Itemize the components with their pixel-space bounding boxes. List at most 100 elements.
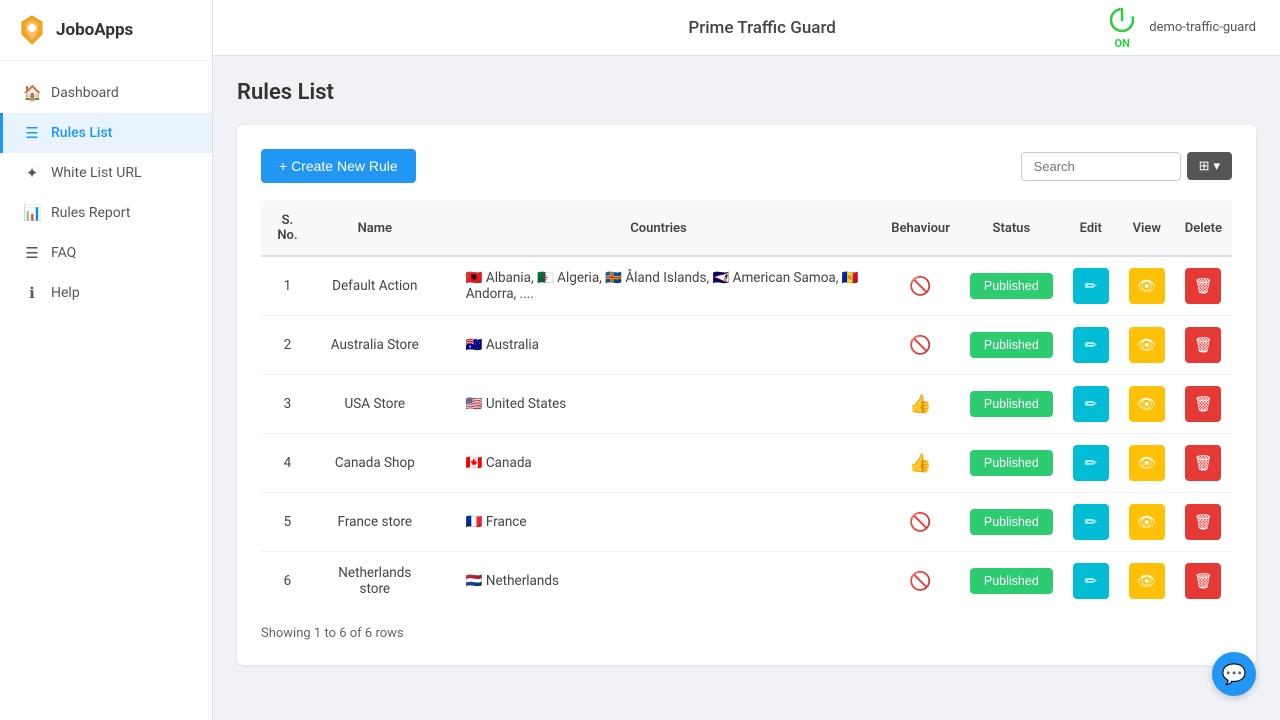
view-button[interactable]: 👁: [1129, 327, 1165, 363]
col-edit: Edit: [1063, 201, 1119, 256]
sidebar-item-rules-report-label: Rules Report: [51, 205, 130, 221]
cell-status: Published: [960, 375, 1063, 434]
table-row: 3 USA Store 🇺🇸 United States 👍 Published…: [261, 375, 1232, 434]
cell-edit: ✏: [1063, 375, 1119, 434]
published-button[interactable]: Published: [970, 273, 1053, 299]
cell-countries: 🇦🇺 Australia: [436, 316, 882, 375]
published-button[interactable]: Published: [970, 509, 1053, 535]
create-new-rule-button[interactable]: + Create New Rule: [261, 149, 416, 183]
cell-delete: 🗑: [1175, 552, 1232, 611]
col-name: Name: [314, 201, 436, 256]
published-button[interactable]: Published: [970, 450, 1053, 476]
sidebar-item-faq[interactable]: ☰ FAQ: [0, 233, 212, 273]
sidebar-item-dashboard-label: Dashboard: [51, 85, 119, 101]
edit-button[interactable]: ✏: [1073, 268, 1109, 304]
behaviour-block-icon: 🚫: [909, 512, 931, 533]
cell-status: Published: [960, 493, 1063, 552]
edit-button[interactable]: ✏: [1073, 504, 1109, 540]
view-button[interactable]: 👁: [1129, 268, 1165, 304]
cell-sno: 3: [261, 375, 314, 434]
cell-name: Default Action: [314, 256, 436, 316]
view-button[interactable]: 👁: [1129, 563, 1165, 599]
published-button[interactable]: Published: [970, 332, 1053, 358]
cell-sno: 2: [261, 316, 314, 375]
cell-name: Australia Store: [314, 316, 436, 375]
sidebar-item-dashboard[interactable]: 🏠 Dashboard: [0, 73, 212, 113]
delete-button[interactable]: 🗑: [1185, 386, 1221, 422]
cell-sno: 5: [261, 493, 314, 552]
table-header-row: S. No. Name Countries Behaviour Status E…: [261, 201, 1232, 256]
cell-behaviour: 🚫: [881, 316, 960, 375]
sidebar-item-whitelist-label: White List URL: [51, 165, 141, 181]
logo-icon: [16, 14, 48, 46]
report-icon: 📊: [23, 204, 41, 222]
edit-button[interactable]: ✏: [1073, 386, 1109, 422]
edit-button[interactable]: ✏: [1073, 327, 1109, 363]
logo-text: JoboApps: [56, 20, 133, 40]
header-title: Prime Traffic Guard: [688, 18, 836, 38]
view-button[interactable]: 👁: [1129, 386, 1165, 422]
table-row: 2 Australia Store 🇦🇺 Australia 🚫 Publish…: [261, 316, 1232, 375]
col-behaviour: Behaviour: [881, 201, 960, 256]
table-row: 6 Netherlands store 🇳🇱 Netherlands 🚫 Pub…: [261, 552, 1232, 611]
behaviour-allow-icon: 👍: [909, 453, 931, 474]
sidebar-item-rules-list-label: Rules List: [51, 125, 112, 141]
header-right: ON demo-traffic-guard: [1107, 5, 1256, 50]
cell-view: 👁: [1119, 316, 1175, 375]
cell-edit: ✏: [1063, 434, 1119, 493]
chevron-down-icon: ▾: [1213, 158, 1220, 174]
cell-sno: 6: [261, 552, 314, 611]
cell-status: Published: [960, 316, 1063, 375]
cell-delete: 🗑: [1175, 316, 1232, 375]
cell-name: Canada Shop: [314, 434, 436, 493]
home-icon: 🏠: [23, 84, 41, 102]
cell-behaviour: 🚫: [881, 493, 960, 552]
sidebar-item-whitelist-url[interactable]: ✦ White List URL: [0, 153, 212, 193]
delete-button[interactable]: 🗑: [1185, 504, 1221, 540]
delete-button[interactable]: 🗑: [1185, 563, 1221, 599]
sidebar-item-help[interactable]: ℹ Help: [0, 273, 212, 313]
edit-button[interactable]: ✏: [1073, 445, 1109, 481]
showing-rows: Showing 1 to 6 of 6 rows: [261, 626, 1232, 641]
chat-bubble[interactable]: 💬: [1212, 652, 1256, 696]
cell-sno: 1: [261, 256, 314, 316]
cell-edit: ✏: [1063, 552, 1119, 611]
cell-delete: 🗑: [1175, 434, 1232, 493]
delete-button[interactable]: 🗑: [1185, 268, 1221, 304]
power-label: ON: [1115, 37, 1130, 50]
whitelist-icon: ✦: [23, 164, 41, 182]
search-input[interactable]: [1021, 152, 1181, 181]
faq-icon: ☰: [23, 244, 41, 262]
cell-countries: 🇦🇱 Albania, 🇩🇿 Algeria, 🇦🇽 Åland Islands…: [436, 256, 882, 316]
behaviour-block-icon: 🚫: [909, 276, 931, 297]
view-button[interactable]: 👁: [1129, 445, 1165, 481]
rules-table: S. No. Name Countries Behaviour Status E…: [261, 201, 1232, 610]
cell-sno: 4: [261, 434, 314, 493]
grid-options-button[interactable]: ⊞ ▾: [1187, 152, 1232, 180]
delete-button[interactable]: 🗑: [1185, 445, 1221, 481]
col-view: View: [1119, 201, 1175, 256]
cell-name: France store: [314, 493, 436, 552]
published-button[interactable]: Published: [970, 568, 1053, 594]
edit-button[interactable]: ✏: [1073, 563, 1109, 599]
power-button[interactable]: ON: [1107, 5, 1137, 50]
table-row: 5 France store 🇫🇷 France 🚫 Published ✏ 👁…: [261, 493, 1232, 552]
cell-edit: ✏: [1063, 316, 1119, 375]
published-button[interactable]: Published: [970, 391, 1053, 417]
cell-view: 👁: [1119, 552, 1175, 611]
sidebar-item-rules-list[interactable]: ☰ Rules List: [0, 113, 212, 153]
cell-countries: 🇳🇱 Netherlands: [436, 552, 882, 611]
cell-view: 👁: [1119, 493, 1175, 552]
search-area: ⊞ ▾: [1021, 152, 1232, 181]
sidebar-item-rules-report[interactable]: 📊 Rules Report: [0, 193, 212, 233]
cell-delete: 🗑: [1175, 256, 1232, 316]
cell-view: 👁: [1119, 434, 1175, 493]
cell-behaviour: 👍: [881, 375, 960, 434]
table-row: 1 Default Action 🇦🇱 Albania, 🇩🇿 Algeria,…: [261, 256, 1232, 316]
cell-view: 👁: [1119, 256, 1175, 316]
cell-edit: ✏: [1063, 493, 1119, 552]
delete-button[interactable]: 🗑: [1185, 327, 1221, 363]
cell-countries: 🇺🇸 United States: [436, 375, 882, 434]
view-button[interactable]: 👁: [1129, 504, 1165, 540]
cell-countries: 🇨🇦 Canada: [436, 434, 882, 493]
